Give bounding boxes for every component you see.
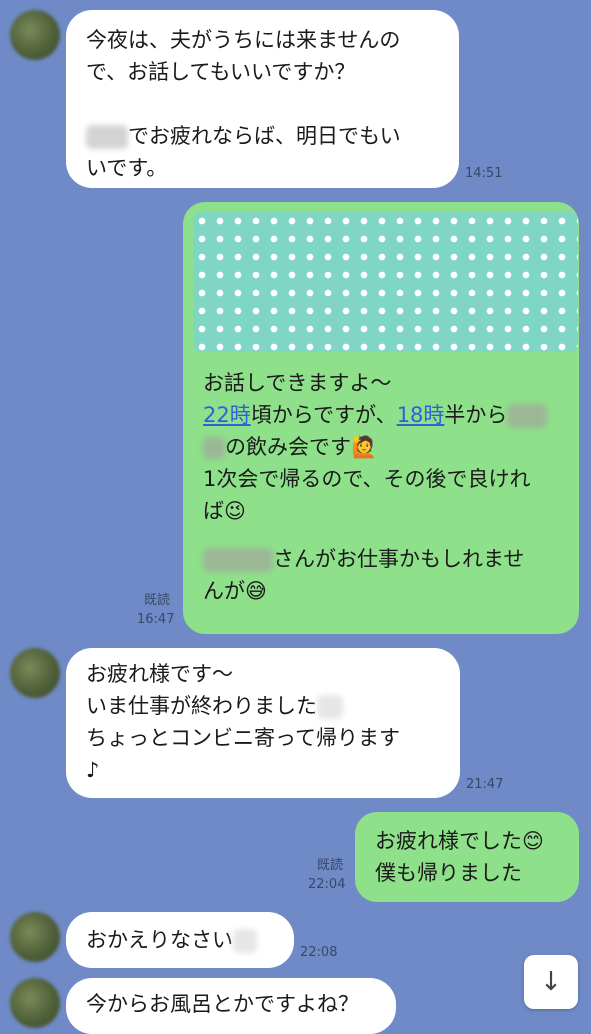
message-text: 僕も帰りました (375, 861, 522, 885)
message-text: 頃からですが、 (250, 403, 397, 427)
message-text: ♪ (86, 758, 100, 782)
redacted-text (86, 125, 128, 149)
message-text: お話しできますよ～ (203, 371, 392, 395)
message-text: んが😅 (203, 579, 267, 603)
message-time: 22:08 (300, 945, 338, 960)
message-text: ば😉 (203, 499, 246, 523)
redacted-emoji (233, 929, 257, 953)
message-time: 16:47 (137, 612, 175, 627)
message-bubble[interactable]: 今からお風呂とかですよね？ (66, 978, 396, 1034)
message-text: 今からお風呂とかですよね？ (86, 992, 359, 1016)
arrow-down-icon: ↓ (540, 967, 562, 997)
avatar[interactable] (10, 10, 60, 60)
message-text: で、お話してもいいですか？ (86, 60, 356, 84)
message-time: 21:47 (466, 777, 504, 792)
redacted-text (507, 404, 548, 428)
redacted-sticker-pattern (193, 212, 578, 352)
redacted-text (203, 437, 225, 459)
message-text: 1次会で帰るので、その後で良けれ (203, 467, 531, 491)
message-text: おかえりなさい (86, 928, 233, 952)
avatar[interactable] (10, 978, 60, 1028)
message-text (86, 88, 439, 120)
message-text: お疲れ様でした😊 (375, 829, 544, 853)
message-text: 半から (444, 403, 508, 427)
message-text: ちょっとコンビニ寄って帰ります (86, 726, 400, 750)
message-text: いです。 (86, 156, 168, 180)
read-status: 既読 (317, 858, 344, 873)
read-status: 既読 (144, 593, 171, 608)
message-bubble[interactable]: 今夜は、夫がうちには来ませんの で、お話してもいいですか？ でお疲れならば、明日… (66, 10, 459, 188)
message-bubble[interactable]: お話しできますよ～ 22時頃からですが、18時半から の飲み会です🙋 1次会で帰… (183, 202, 579, 634)
avatar[interactable] (10, 648, 60, 698)
message-text: いま仕事が終わりました (86, 694, 317, 718)
redacted-emoji (317, 695, 343, 719)
redacted-text (203, 548, 273, 572)
time-link[interactable]: 22時 (203, 403, 251, 427)
message-text: さんがお仕事かもしれませ (273, 547, 525, 571)
message-time: 14:51 (465, 166, 503, 181)
message-time: 22:04 (308, 877, 346, 892)
time-link[interactable]: 18時 (397, 403, 445, 427)
message-text: の飲み会です🙋 (225, 435, 378, 459)
message-bubble[interactable]: お疲れ様でした😊 僕も帰りました (355, 812, 579, 902)
avatar[interactable] (10, 912, 60, 962)
message-text: 今夜は、夫がうちには来ませんの (86, 28, 401, 52)
message-bubble[interactable]: おかえりなさい (66, 912, 294, 968)
scroll-to-bottom-button[interactable]: ↓ (524, 955, 578, 1009)
message-bubble[interactable]: お疲れ様です～ いま仕事が終わりました ちょっとコンビニ寄って帰ります ♪ (66, 648, 460, 798)
message-text: お疲れ様です～ (86, 662, 233, 686)
message-text: でお疲れならば、明日でもい (128, 124, 401, 148)
